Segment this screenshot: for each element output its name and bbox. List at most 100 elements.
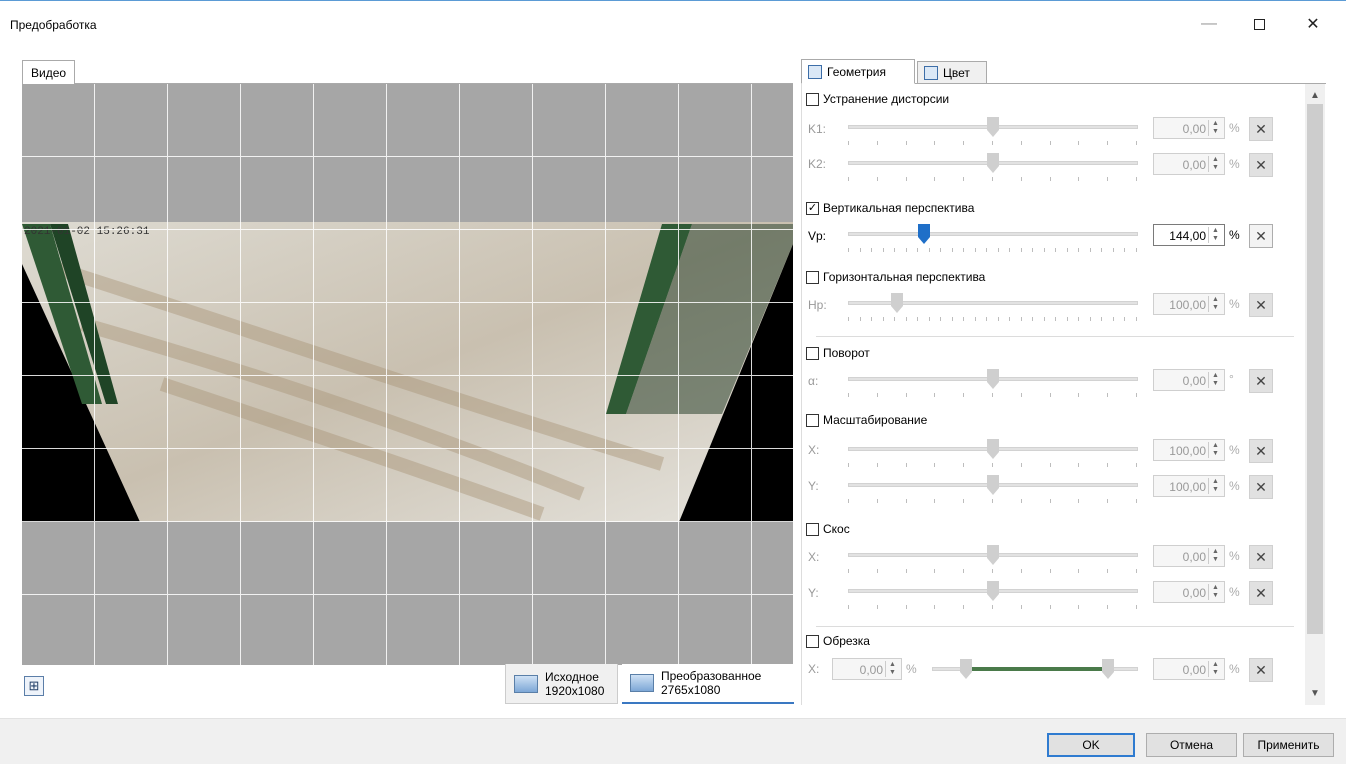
skew-x-spinbox[interactable]: 0,00 ▲ ▼ <box>1153 545 1225 567</box>
slider-tick <box>1124 248 1126 252</box>
distortion-checkbox[interactable] <box>806 92 819 106</box>
slider-tick <box>1020 141 1022 145</box>
skew-toggle[interactable]: Скос <box>806 522 850 536</box>
rotation-checkbox[interactable] <box>806 346 819 360</box>
vp-slider[interactable] <box>848 232 1138 236</box>
tab-video[interactable]: Видео <box>22 60 76 85</box>
hp-spinbox[interactable]: 100,00 ▲ ▼ <box>1153 293 1225 315</box>
reset-icon: ✕ <box>1255 120 1267 137</box>
reset-icon: ✕ <box>1255 661 1267 678</box>
scale-x-reset-button[interactable]: ✕ <box>1249 439 1273 463</box>
slider-tick <box>876 569 878 573</box>
crop-x-reset-button[interactable]: ✕ <box>1249 658 1273 682</box>
vertical-perspective-toggle[interactable]: ✓ Вертикальная перспектива <box>806 201 974 215</box>
slider-tick <box>894 317 896 321</box>
spinner-icon[interactable]: ▲ ▼ <box>885 661 899 677</box>
spinner-icon[interactable]: ▲ ▼ <box>1208 120 1222 136</box>
view-tabs: Исходное 1920x1080 Преобразованное 2765x10… <box>505 664 794 704</box>
spinner-icon[interactable]: ▲ ▼ <box>1208 156 1222 172</box>
tab-source-view[interactable]: Исходное 1920x1080 <box>505 664 618 704</box>
slider-tick <box>1020 177 1022 181</box>
k2-reset-button[interactable]: ✕ <box>1249 153 1273 177</box>
scale-x-ticks <box>848 463 1138 468</box>
maximize-icon <box>1253 18 1265 30</box>
slider-tick <box>1136 499 1137 503</box>
k1-spinbox[interactable]: 0,00 ▲ ▼ <box>1153 117 1225 139</box>
spinner-icon[interactable]: ▲ ▼ <box>1208 584 1222 600</box>
scale-checkbox[interactable] <box>806 413 819 427</box>
slider-tick <box>1043 248 1045 252</box>
slider-tick <box>1136 569 1137 573</box>
crop-x-left-spinbox[interactable]: 0,00 ▲ ▼ <box>832 658 902 680</box>
slider-tick <box>882 248 884 252</box>
ok-button[interactable]: OK <box>1047 733 1135 757</box>
spinner-icon[interactable]: ▲ ▼ <box>1208 227 1222 243</box>
slider-tick <box>934 393 936 397</box>
color-icon <box>924 65 938 80</box>
reset-icon: ✕ <box>1255 442 1267 459</box>
apply-button[interactable]: Применить <box>1243 733 1334 757</box>
close-button[interactable]: ✕ <box>1290 9 1336 39</box>
skew-checkbox[interactable] <box>806 522 819 536</box>
tab-transformed-view[interactable]: Преобразованное 2765x1080 <box>622 664 794 704</box>
spinner-icon[interactable]: ▲ ▼ <box>1208 372 1222 388</box>
tab-geometry-label: Геометрия <box>827 64 886 79</box>
crop-x-right-spinbox[interactable]: 0,00 ▲ ▼ <box>1153 658 1225 680</box>
vertical-perspective-checkbox[interactable]: ✓ <box>806 201 819 215</box>
spinner-icon[interactable]: ▲ ▼ <box>1208 548 1222 564</box>
video-preview[interactable]: 2021-01-02 15:26:31 <box>22 84 793 665</box>
transformed-view-size: 2765x1080 <box>661 683 721 697</box>
scale-toggle[interactable]: Масштабирование <box>806 413 927 427</box>
alpha-unit: ° <box>1229 372 1234 386</box>
spinner-icon[interactable]: ▲ ▼ <box>1208 442 1222 458</box>
vp-reset-button[interactable]: ✕ <box>1249 224 1273 248</box>
rotation-toggle[interactable]: Поворот <box>806 346 870 360</box>
skew-y-spinbox[interactable]: 0,00 ▲ ▼ <box>1153 581 1225 603</box>
horizontal-perspective-label: Горизонтальная перспектива <box>823 270 986 284</box>
slider-tick <box>1136 177 1137 181</box>
grid-toggle-button[interactable]: ⊞ <box>24 676 44 696</box>
crop-checkbox[interactable] <box>806 634 819 648</box>
scale-y-reset-button[interactable]: ✕ <box>1249 475 1273 499</box>
hp-reset-button[interactable]: ✕ <box>1249 293 1273 317</box>
scroll-up-icon[interactable]: ▲ <box>1305 86 1325 104</box>
cancel-button[interactable]: Отмена <box>1146 733 1237 757</box>
alpha-spinbox[interactable]: 0,00 ▲ ▼ <box>1153 369 1225 391</box>
spinner-icon[interactable]: ▲ ▼ <box>1208 661 1222 677</box>
crop-toggle[interactable]: Обрезка <box>806 634 870 648</box>
scrollbar-thumb[interactable] <box>1307 104 1323 634</box>
tab-geometry[interactable]: Геометрия <box>801 59 915 84</box>
minimize-button[interactable]: — <box>1186 9 1232 39</box>
scroll-down-icon[interactable]: ▼ <box>1305 684 1325 702</box>
horizontal-perspective-checkbox[interactable] <box>806 270 819 284</box>
tab-color[interactable]: Цвет <box>917 61 987 84</box>
video-tabstrip: Видео <box>22 60 793 85</box>
skew-y-reset-button[interactable]: ✕ <box>1249 581 1273 605</box>
maximize-button[interactable] <box>1236 9 1282 39</box>
vp-spinbox[interactable]: 144,00 ▲ ▼ <box>1153 224 1225 246</box>
skew-x-reset-button[interactable]: ✕ <box>1249 545 1273 569</box>
scale-y-spinbox[interactable]: 100,00 ▲ ▼ <box>1153 475 1225 497</box>
slider-tick <box>1089 248 1091 252</box>
spinner-icon[interactable]: ▲ ▼ <box>1208 478 1222 494</box>
horizontal-perspective-toggle[interactable]: Горизонтальная перспектива <box>806 270 985 284</box>
slider-tick <box>1136 605 1137 609</box>
transformed-image-icon <box>630 674 654 692</box>
slider-tick <box>1049 569 1051 573</box>
slider-tick <box>1049 393 1051 397</box>
scale-x-spinbox[interactable]: 100,00 ▲ ▼ <box>1153 439 1225 461</box>
k1-reset-button[interactable]: ✕ <box>1249 117 1273 141</box>
panel-scrollbar[interactable]: ▲ ▼ <box>1305 84 1325 705</box>
slider-tick <box>1107 393 1109 397</box>
slider-tick <box>905 463 907 467</box>
k2-value: 0,00 <box>1182 158 1206 172</box>
distortion-toggle[interactable]: Устранение дисторсии <box>806 92 949 106</box>
crop-x-left-unit: % <box>906 662 917 676</box>
skew-x-ticks <box>848 569 1138 574</box>
alpha-reset-button[interactable]: ✕ <box>1249 369 1273 393</box>
spinner-icon[interactable]: ▲ ▼ <box>1208 296 1222 312</box>
k2-label: K2: <box>808 157 827 171</box>
slider-tick <box>905 569 907 573</box>
k2-spinbox[interactable]: 0,00 ▲ ▼ <box>1153 153 1225 175</box>
slider-tick <box>1049 605 1051 609</box>
